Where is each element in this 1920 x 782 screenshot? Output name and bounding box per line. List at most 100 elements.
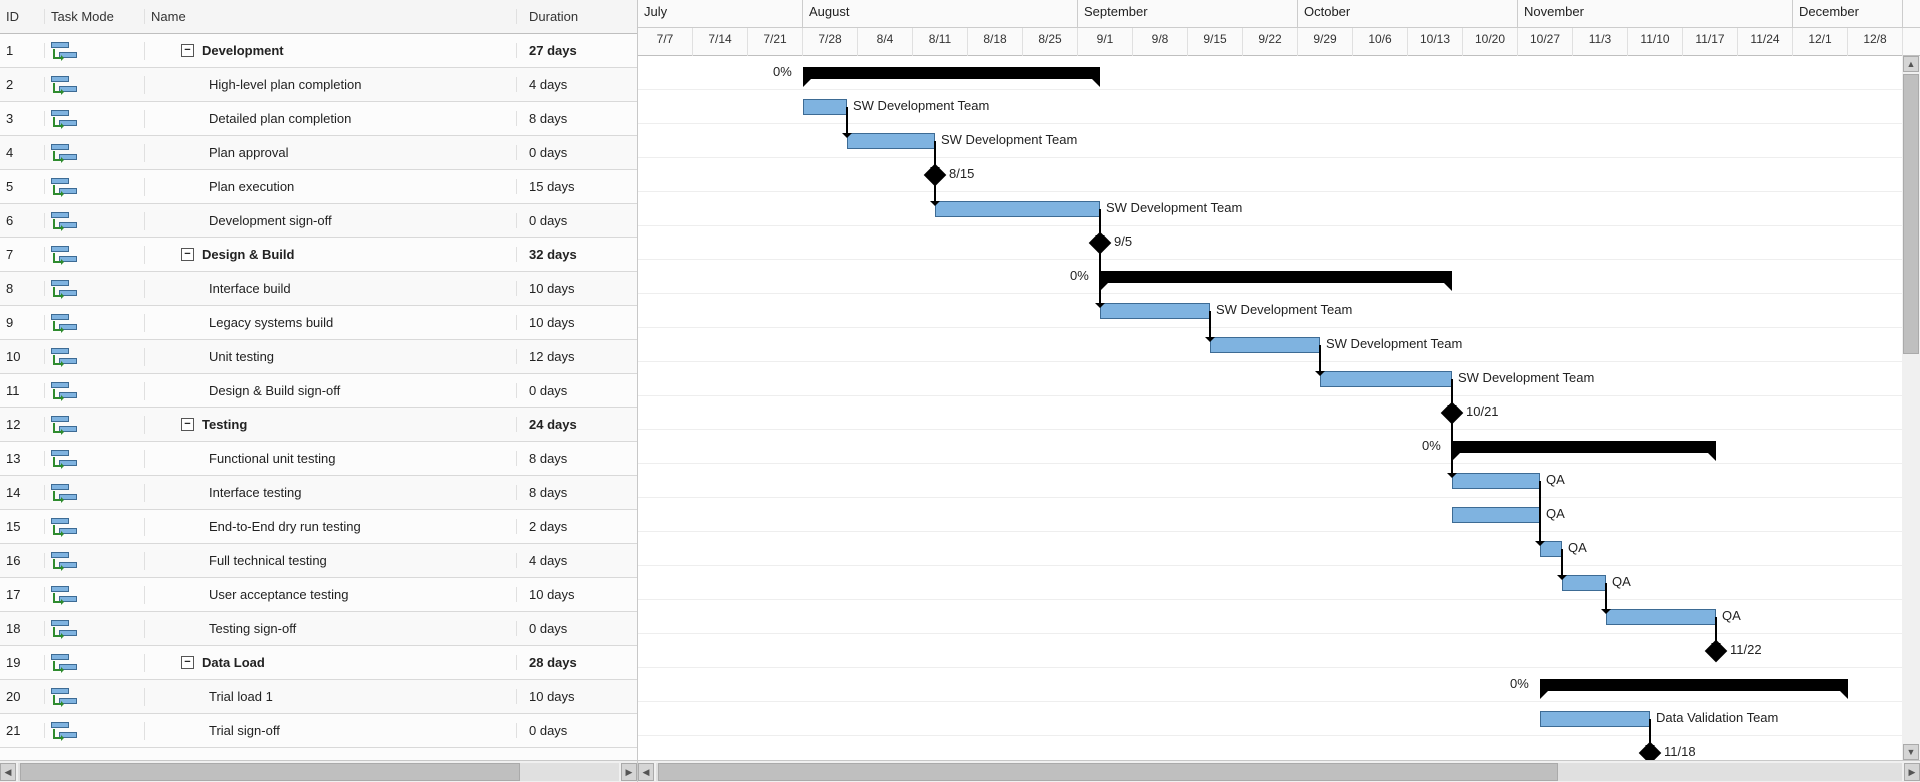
scroll-right-button[interactable]: ▶ (1904, 763, 1920, 781)
scroll-right-button[interactable]: ▶ (621, 763, 637, 781)
task-row[interactable]: 1−Development27 days (0, 34, 637, 68)
task-bar[interactable] (1210, 337, 1320, 353)
task-row[interactable]: 16Full technical testing4 days (0, 544, 637, 578)
task-row[interactable]: 7−Design & Build32 days (0, 238, 637, 272)
cell-name[interactable]: Unit testing (145, 349, 517, 364)
task-bar[interactable] (1540, 711, 1650, 727)
task-bar[interactable] (935, 201, 1100, 217)
cell-duration[interactable]: 28 days (517, 655, 637, 670)
cell-name[interactable]: Detailed plan completion (145, 111, 517, 126)
cell-duration[interactable]: 0 days (517, 213, 637, 228)
cell-duration[interactable]: 10 days (517, 315, 637, 330)
task-row[interactable]: 3Detailed plan completion8 days (0, 102, 637, 136)
col-header-taskmode[interactable]: Task Mode (45, 9, 145, 24)
task-bar[interactable] (1320, 371, 1452, 387)
scroll-up-button[interactable]: ▲ (1903, 56, 1919, 72)
collapse-toggle[interactable]: − (181, 656, 194, 669)
task-row[interactable]: 15End-to-End dry run testing2 days (0, 510, 637, 544)
summary-bar[interactable] (1100, 271, 1452, 283)
cell-name[interactable]: −Data Load (145, 655, 517, 670)
task-row[interactable]: 17User acceptance testing10 days (0, 578, 637, 612)
collapse-toggle[interactable]: − (181, 418, 194, 431)
cell-name[interactable]: Full technical testing (145, 553, 517, 568)
task-row[interactable]: 5Plan execution15 days (0, 170, 637, 204)
cell-name[interactable]: Plan approval (145, 145, 517, 160)
task-row[interactable]: 4Plan approval0 days (0, 136, 637, 170)
task-row[interactable]: 8Interface build10 days (0, 272, 637, 306)
cell-duration[interactable]: 12 days (517, 349, 637, 364)
grid-hscroll[interactable]: ◀ ▶ (0, 761, 638, 782)
cell-name[interactable]: High-level plan completion (145, 77, 517, 92)
col-header-duration[interactable]: Duration (517, 9, 637, 24)
cell-duration[interactable]: 10 days (517, 587, 637, 602)
task-row[interactable]: 13Functional unit testing8 days (0, 442, 637, 476)
gantt-row: 11/22 (638, 634, 1920, 668)
cell-name[interactable]: −Development (145, 43, 517, 58)
summary-bar[interactable] (803, 67, 1100, 79)
cell-name[interactable]: Plan execution (145, 179, 517, 194)
cell-name[interactable]: Design & Build sign-off (145, 383, 517, 398)
summary-bar[interactable] (1540, 679, 1848, 691)
cell-duration[interactable]: 8 days (517, 485, 637, 500)
cell-duration[interactable]: 32 days (517, 247, 637, 262)
cell-duration[interactable]: 10 days (517, 281, 637, 296)
cell-name[interactable]: Interface testing (145, 485, 517, 500)
gantt-hscroll[interactable]: ◀ ▶ (638, 761, 1920, 782)
gantt-vscroll[interactable]: ▲ ▼ (1902, 56, 1920, 760)
col-header-id[interactable]: ID (0, 9, 45, 24)
task-row[interactable]: 11Design & Build sign-off0 days (0, 374, 637, 408)
task-row[interactable]: 2High-level plan completion4 days (0, 68, 637, 102)
cell-name[interactable]: −Testing (145, 417, 517, 432)
task-bar[interactable] (847, 133, 935, 149)
task-row[interactable]: 18Testing sign-off0 days (0, 612, 637, 646)
cell-duration[interactable]: 0 days (517, 145, 637, 160)
scroll-left-button[interactable]: ◀ (638, 763, 654, 781)
cell-name[interactable]: Functional unit testing (145, 451, 517, 466)
task-row[interactable]: 14Interface testing8 days (0, 476, 637, 510)
task-bar[interactable] (803, 99, 847, 115)
cell-name[interactable]: End-to-End dry run testing (145, 519, 517, 534)
task-row[interactable]: 19−Data Load28 days (0, 646, 637, 680)
scroll-thumb-h-grid[interactable] (20, 763, 520, 781)
task-bar[interactable] (1562, 575, 1606, 591)
gantt-body[interactable]: 0%SW Development TeamSW Development Team… (638, 56, 1920, 760)
cell-duration[interactable]: 0 days (517, 383, 637, 398)
col-header-name[interactable]: Name (145, 9, 517, 24)
cell-duration[interactable]: 8 days (517, 111, 637, 126)
task-bar[interactable] (1606, 609, 1716, 625)
cell-name[interactable]: Trial load 1 (145, 689, 517, 704)
summary-bar[interactable] (1452, 441, 1716, 453)
scroll-down-button[interactable]: ▼ (1903, 744, 1919, 760)
cell-name[interactable]: Legacy systems build (145, 315, 517, 330)
task-bar[interactable] (1452, 507, 1540, 523)
collapse-toggle[interactable]: − (181, 248, 194, 261)
task-bar[interactable] (1100, 303, 1210, 319)
collapse-toggle[interactable]: − (181, 44, 194, 57)
task-row[interactable]: 21Trial sign-off0 days (0, 714, 637, 748)
cell-duration[interactable]: 27 days (517, 43, 637, 58)
cell-name[interactable]: User acceptance testing (145, 587, 517, 602)
scroll-left-button[interactable]: ◀ (0, 763, 16, 781)
cell-duration[interactable]: 2 days (517, 519, 637, 534)
cell-name[interactable]: Interface build (145, 281, 517, 296)
cell-duration[interactable]: 0 days (517, 621, 637, 636)
cell-name[interactable]: −Design & Build (145, 247, 517, 262)
task-row[interactable]: 10Unit testing12 days (0, 340, 637, 374)
scroll-thumb-v[interactable] (1903, 74, 1919, 354)
task-row[interactable]: 12−Testing24 days (0, 408, 637, 442)
cell-name[interactable]: Testing sign-off (145, 621, 517, 636)
scroll-thumb-h-gantt[interactable] (658, 763, 1558, 781)
cell-duration[interactable]: 8 days (517, 451, 637, 466)
cell-duration[interactable]: 4 days (517, 77, 637, 92)
cell-duration[interactable]: 4 days (517, 553, 637, 568)
cell-name[interactable]: Trial sign-off (145, 723, 517, 738)
cell-duration[interactable]: 10 days (517, 689, 637, 704)
cell-duration[interactable]: 15 days (517, 179, 637, 194)
task-row[interactable]: 20Trial load 110 days (0, 680, 637, 714)
task-bar[interactable] (1452, 473, 1540, 489)
task-row[interactable]: 9Legacy systems build10 days (0, 306, 637, 340)
cell-duration[interactable]: 0 days (517, 723, 637, 738)
cell-name[interactable]: Development sign-off (145, 213, 517, 228)
cell-duration[interactable]: 24 days (517, 417, 637, 432)
task-row[interactable]: 6Development sign-off0 days (0, 204, 637, 238)
